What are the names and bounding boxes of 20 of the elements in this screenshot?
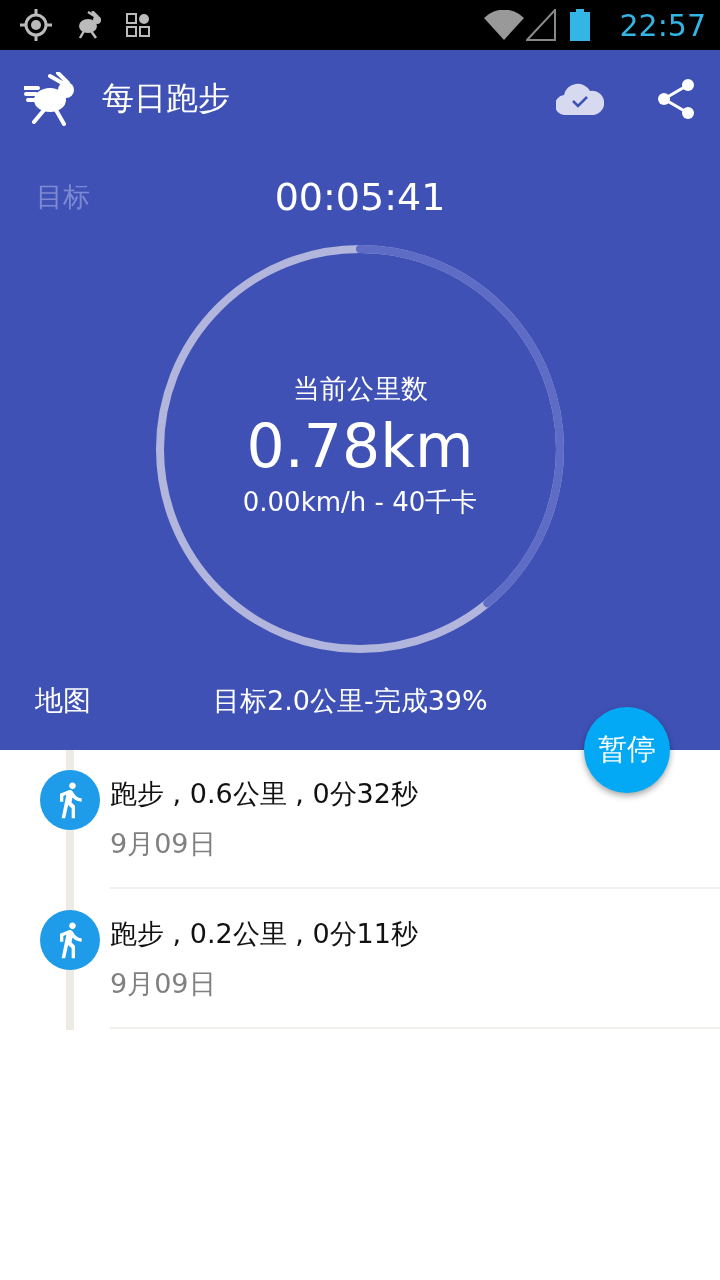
- app-title: 每日跑步: [102, 78, 231, 120]
- speed-calories: 0.00km/h - 40千卡: [242, 485, 478, 519]
- map-link[interactable]: 地图: [35, 681, 91, 720]
- goal-summary: 目标2.0公里-完成39%: [213, 683, 488, 718]
- apps-icon: [126, 13, 150, 37]
- distance-value: 0.78km: [246, 410, 474, 481]
- clock-time: 22:57: [619, 7, 706, 43]
- cloud-sync-icon[interactable]: [556, 83, 604, 116]
- signal-icon: [525, 9, 556, 41]
- elapsed-time: 00:05:41: [274, 175, 446, 220]
- pause-button[interactable]: 暂停: [584, 707, 670, 793]
- wifi-icon: [483, 10, 524, 40]
- record-date: 9月09日: [110, 827, 217, 861]
- battery-icon: [569, 9, 590, 41]
- share-icon[interactable]: [656, 78, 696, 121]
- record-date: 9月09日: [110, 967, 217, 1001]
- record-title: 跑步 , 0.2公里 , 0分11秒: [110, 917, 419, 951]
- location-icon: [20, 9, 52, 41]
- distance-caption: 当前公里数: [292, 371, 428, 406]
- record-title: 跑步 , 0.6公里 , 0分32秒: [110, 777, 419, 811]
